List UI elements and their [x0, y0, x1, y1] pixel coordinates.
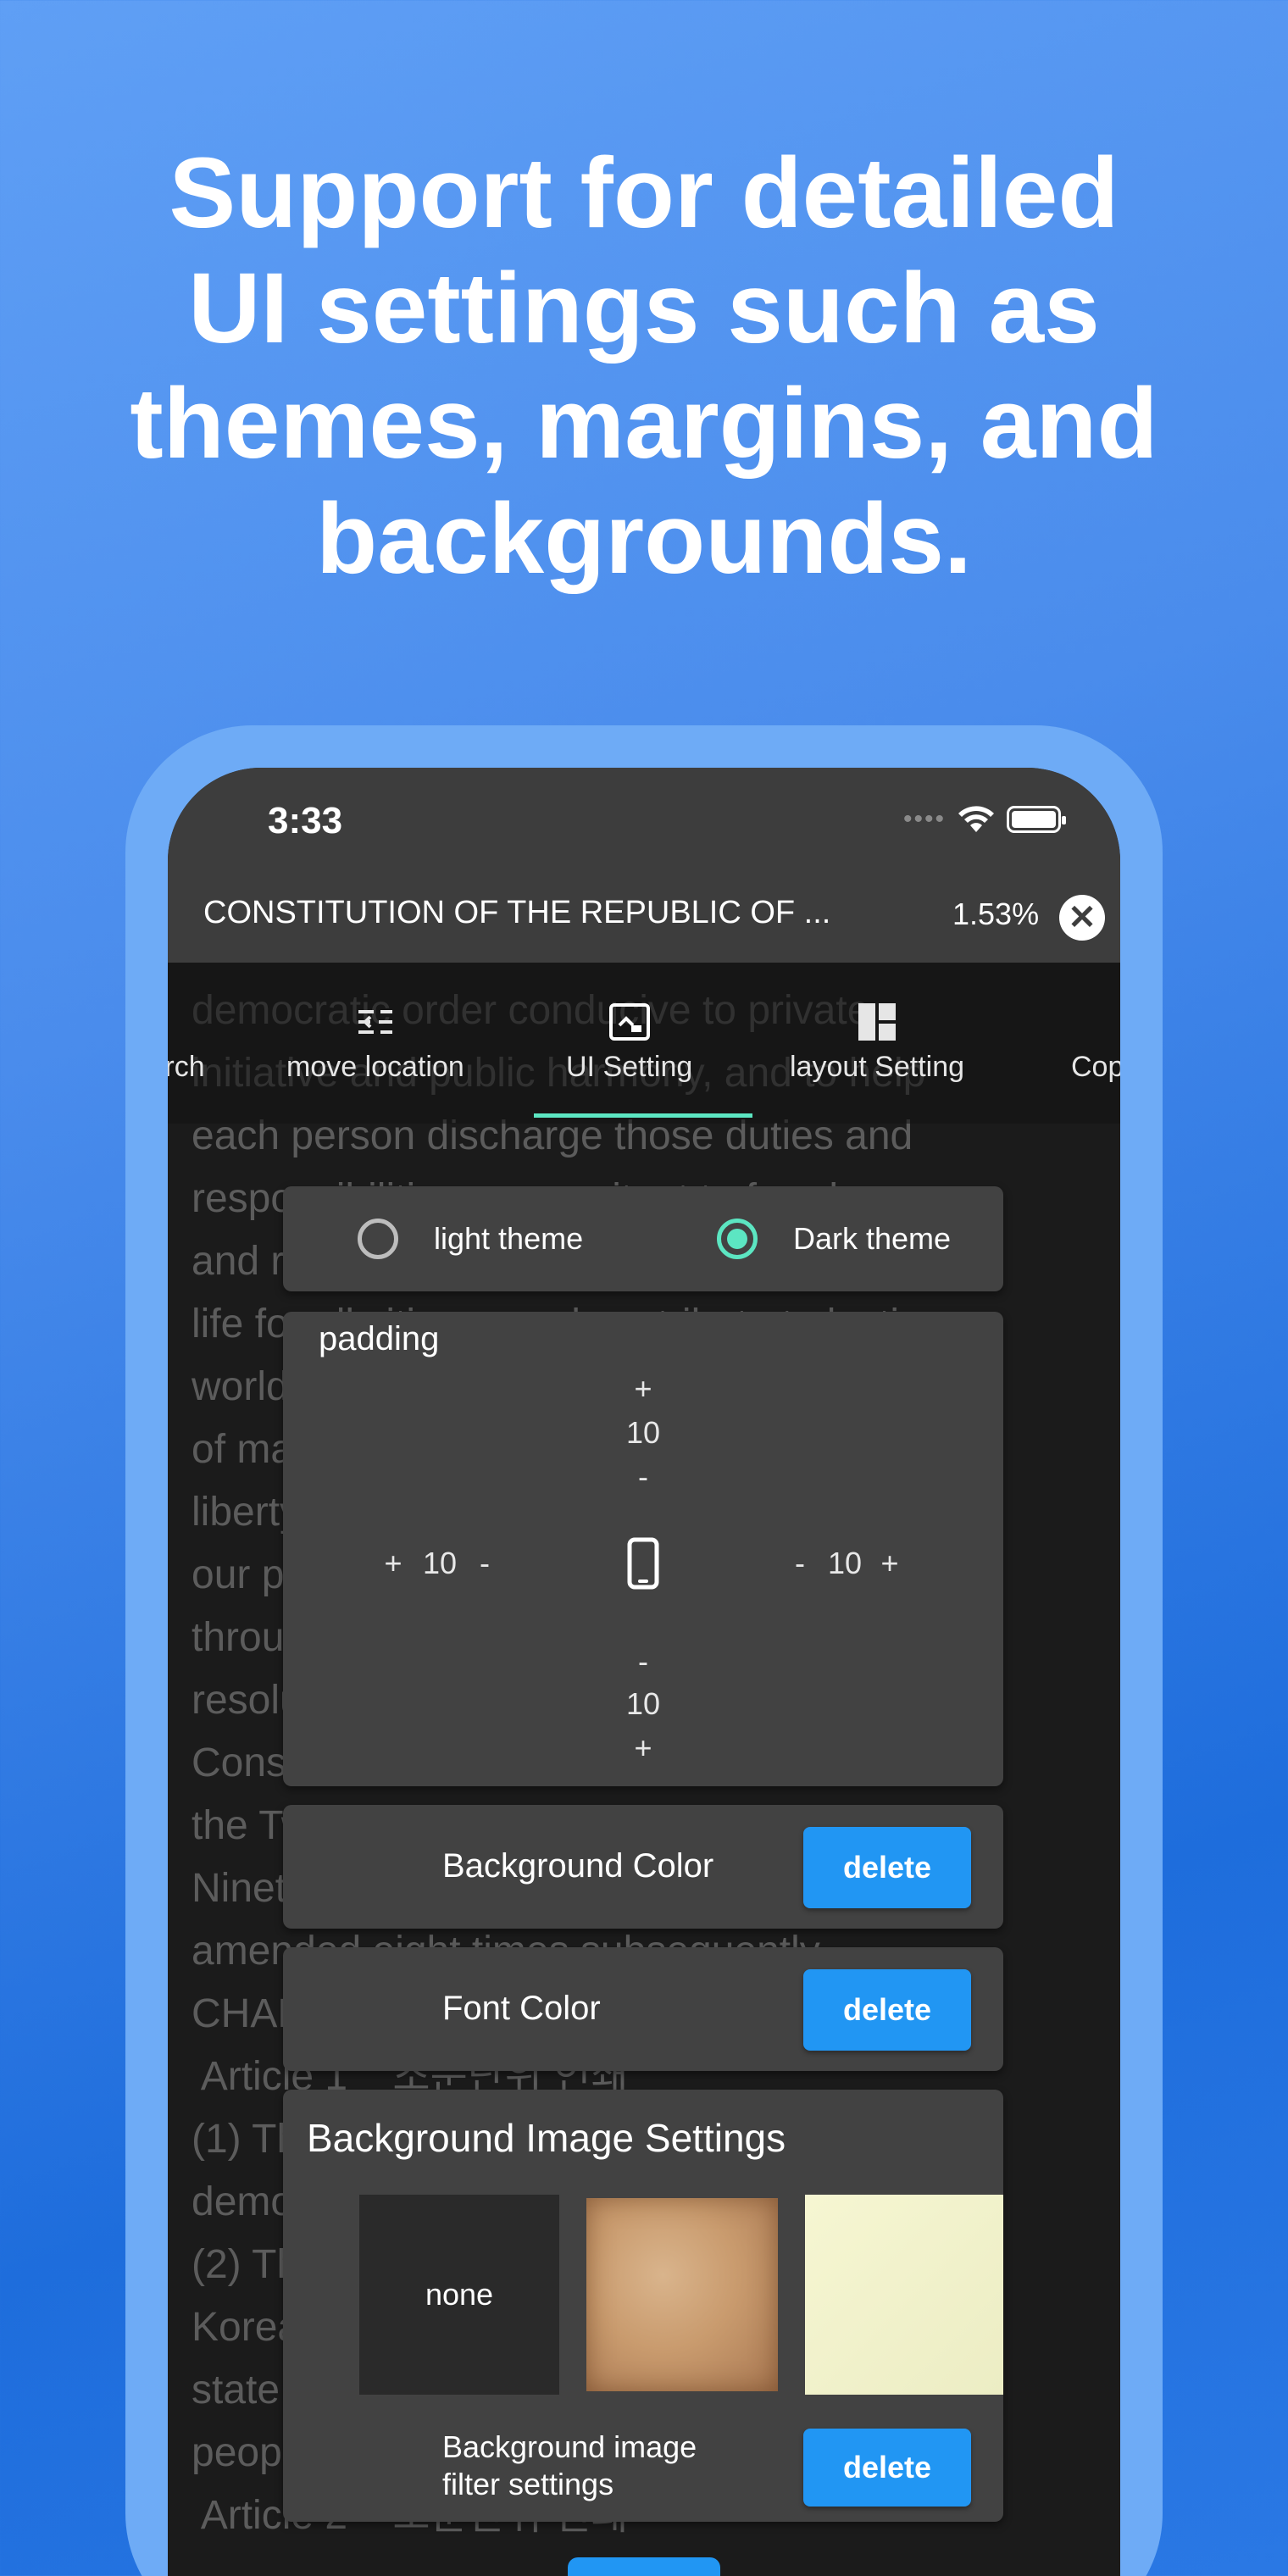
layout-icon: [858, 1003, 897, 1041]
font-color-card: Font Color delete: [283, 1947, 1003, 2071]
padding-label: padding: [319, 1320, 440, 1357]
background-color-delete-button[interactable]: delete: [803, 1827, 971, 1908]
light-theme-label: light theme: [434, 1221, 584, 1256]
phone-screen: democratic order conducive to privateini…: [168, 768, 1120, 2576]
padding-card: padding + 10 - + 10 - - 10 + - 10 +: [283, 1312, 1003, 1786]
copy-icon: [1075, 1000, 1119, 1044]
tab-label: move location: [286, 1051, 464, 1083]
tab-label: UI Setting: [566, 1051, 693, 1083]
background-image-filter-label[interactable]: Background image filter settings: [442, 2429, 697, 2503]
padding-bottom-value: 10: [625, 1686, 661, 1721]
battery-icon: [1007, 806, 1066, 833]
padding-top-minus[interactable]: -: [626, 1459, 660, 1495]
document-title: CONSTITUTION OF THE REPUBLIC OF ...: [203, 895, 831, 930]
ui-setting-icon: [608, 1003, 650, 1041]
filter-label-line-2: filter settings: [442, 2467, 614, 2501]
settings-tabbar: rch move location UI Setting layout Sett…: [168, 963, 1120, 1124]
theme-card: light theme Dark theme: [283, 1186, 1003, 1291]
padding-right-plus[interactable]: +: [873, 1546, 907, 1581]
reading-progress: 1.53%: [952, 897, 1040, 931]
cellular-signal-icon: ••••: [902, 805, 946, 833]
dark-theme-label: Dark theme: [793, 1221, 952, 1256]
status-time: 3:33: [268, 800, 343, 841]
status-icons: ••••: [902, 805, 1066, 834]
app-header: 3:33 •••• CONSTITUTION OF THE REPUBLIC O…: [168, 768, 1120, 963]
padding-bottom-plus[interactable]: +: [626, 1730, 660, 1766]
padding-bottom-minus[interactable]: -: [626, 1644, 660, 1679]
close-icon[interactable]: ✕: [1059, 895, 1105, 941]
filter-label-line-1: Background image: [442, 2429, 697, 2464]
padding-top-value: 10: [625, 1415, 661, 1450]
light-theme-radio[interactable]: [358, 1219, 398, 1259]
move-location-icon: [358, 1010, 392, 1034]
headline-line-3: themes, margins, and: [130, 368, 1158, 480]
padding-left-plus[interactable]: +: [376, 1546, 410, 1581]
bottom-action-button[interactable]: [568, 2557, 720, 2576]
background-image-old-paper-option[interactable]: [586, 2198, 778, 2391]
tab-label: layout Setting: [790, 1051, 965, 1083]
padding-left-minus[interactable]: -: [468, 1546, 502, 1581]
tab-search[interactable]: rch: [168, 1000, 207, 1084]
wifi-icon: [958, 806, 994, 832]
tab-label: Cop: [1071, 1051, 1120, 1083]
dark-theme-radio[interactable]: [717, 1219, 758, 1259]
headline-line-2: UI settings such as: [188, 253, 1100, 364]
background-image-none-option[interactable]: none: [359, 2195, 559, 2395]
tab-layout-setting[interactable]: layout Setting: [790, 1000, 964, 1084]
search-icon: [168, 1000, 207, 1044]
background-image-cream-paper-option[interactable]: [805, 2195, 1003, 2395]
background-image-delete-button[interactable]: delete: [803, 2429, 971, 2507]
background-color-card: Background Color delete: [283, 1805, 1003, 1929]
padding-right-minus[interactable]: -: [783, 1546, 817, 1581]
padding-top-plus[interactable]: +: [626, 1371, 660, 1407]
light-theme-option[interactable]: light theme: [358, 1186, 583, 1291]
phone-icon: [627, 1537, 659, 1590]
padding-left-value: 10: [422, 1546, 458, 1580]
background-image-title: Background Image Settings: [307, 2116, 786, 2160]
background-image-card: Background Image Settings none Backgroun…: [283, 2090, 1003, 2522]
font-color-delete-button[interactable]: delete: [803, 1969, 971, 2051]
tab-copy[interactable]: Cop: [1071, 1000, 1120, 1084]
font-color-label[interactable]: Font Color: [442, 1990, 601, 2028]
dark-theme-option[interactable]: Dark theme: [717, 1186, 951, 1291]
tab-move-location[interactable]: move location: [286, 1000, 464, 1084]
headline-line-4: backgrounds.: [316, 483, 972, 595]
background-color-label[interactable]: Background Color: [442, 1847, 713, 1885]
padding-right-value: 10: [827, 1546, 863, 1580]
headline: Support for detailed UI settings such as…: [68, 136, 1220, 597]
tab-ui-setting[interactable]: UI Setting: [566, 1000, 692, 1084]
headline-line-1: Support for detailed: [169, 137, 1119, 249]
tab-selected-indicator: [534, 1113, 752, 1118]
tab-label: rch: [168, 1051, 205, 1083]
none-label: none: [425, 2277, 494, 2312]
